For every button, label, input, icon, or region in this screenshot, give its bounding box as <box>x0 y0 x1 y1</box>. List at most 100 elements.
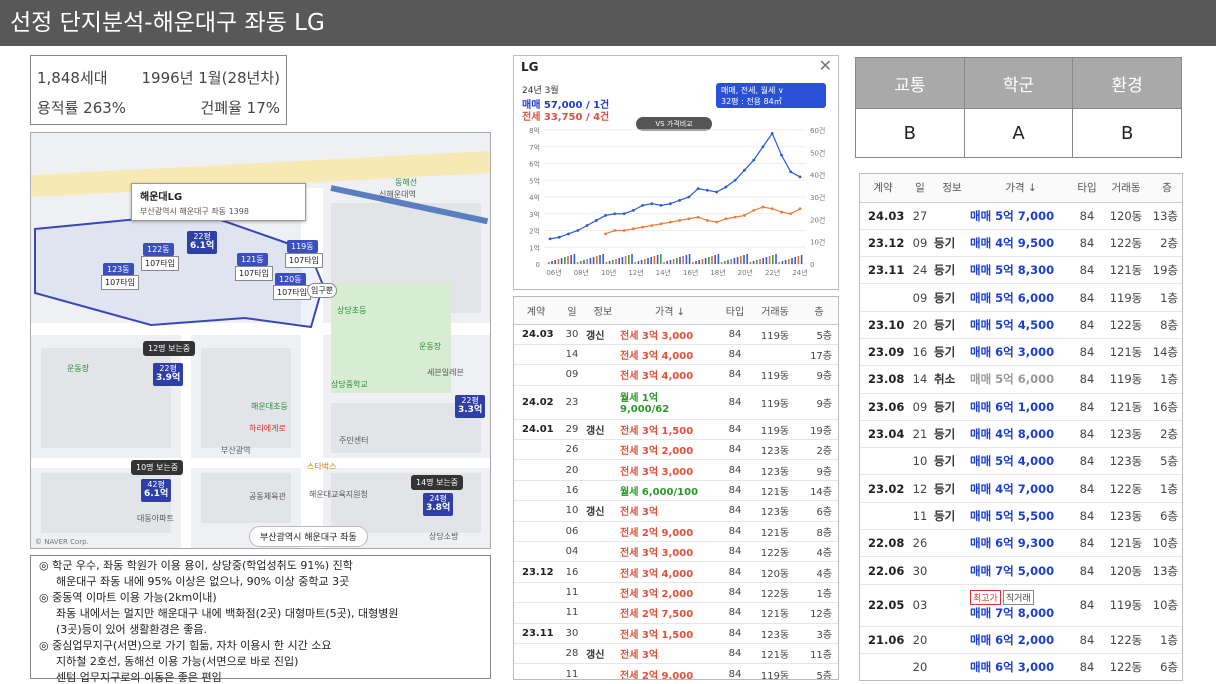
table-row[interactable]: 23.11 24 등기 매매 5억 8,300 84 121동 19층 <box>860 256 1182 285</box>
building-coverage-ratio: 건폐율 17% <box>200 98 280 117</box>
building-label[interactable]: 122동 <box>143 243 174 256</box>
cell-floor: 10층 <box>1150 584 1182 627</box>
data-point <box>687 217 691 221</box>
cell-info: 갱신 <box>586 324 620 345</box>
table-row[interactable]: 24.03 27 매매 5억 7,000 84 120동 13층 <box>860 202 1182 230</box>
x-tick-label: 18년 <box>710 268 725 277</box>
table-row[interactable]: 23.08 14 취소 매매 5억 6,000 84 119동 1층 <box>860 365 1182 394</box>
building-label[interactable]: 121동 <box>237 253 268 266</box>
cell-date <box>860 447 906 476</box>
volume-bar <box>567 256 569 264</box>
place-label: 스타벅스 <box>307 462 337 471</box>
households-count: 1,848세대 <box>37 68 108 87</box>
close-icon[interactable]: ✕ <box>819 56 832 75</box>
cell-info: 등기 <box>934 338 970 367</box>
table-row[interactable]: 04 전세 3억 3,000 84 122동 4층 <box>514 541 838 563</box>
cell-type: 84 <box>1072 229 1102 258</box>
price-pin[interactable]: 22평 3.9억 <box>153 363 184 386</box>
cell-floor: 1층 <box>1150 283 1182 312</box>
cell-date: 23.06 <box>860 393 906 421</box>
cell-info <box>934 626 970 654</box>
table-row[interactable]: 23.04 21 등기 매매 4억 8,000 84 123동 2층 <box>860 420 1182 449</box>
map-address-bar[interactable]: 부산광역시 해운대구 좌동 <box>249 526 368 547</box>
volume-bar <box>679 257 681 264</box>
cell-date: 24.03 <box>860 202 906 230</box>
cell-price: 매매 6억 9,300 <box>970 529 1072 558</box>
cell-price: 전세 3억 2,000 <box>620 582 720 604</box>
cell-price: 전세 3억 4,000 <box>620 364 720 386</box>
table-row[interactable]: 11 전세 2억 9,000 84 119동 5층 <box>514 663 838 679</box>
table-row[interactable]: 23.09 16 등기 매매 6억 3,000 84 121동 14층 <box>860 338 1182 367</box>
volume-bar <box>631 254 633 264</box>
data-point <box>733 215 737 219</box>
volume-bar <box>608 261 611 264</box>
table-row[interactable]: 10 갱신 전세 3억 84 123동 6층 <box>514 500 838 522</box>
place-label: 운동장 <box>67 364 90 373</box>
price-pin[interactable]: 22평 6.1억 <box>187 231 218 254</box>
table-row[interactable]: 11 전세 3억 2,000 84 122동 1층 <box>514 582 838 604</box>
cell-day: 21 <box>906 420 934 449</box>
complex-popup[interactable]: 해운대LG 부산광역시 해운대구 좌동 1398 <box>131 183 306 221</box>
data-point <box>780 153 783 157</box>
table-row[interactable]: 11 등기 매매 5억 5,500 84 123동 6층 <box>860 502 1182 531</box>
cell-day: 16 <box>906 338 934 367</box>
cell-info <box>586 541 620 563</box>
table-row[interactable]: 09 등기 매매 5억 6,000 84 119동 1층 <box>860 283 1182 312</box>
table-row[interactable]: 24.03 30 갱신 전세 3억 3,000 84 119동 5층 <box>514 324 838 345</box>
data-point <box>641 225 644 229</box>
volume-bar <box>692 262 694 264</box>
cell-type: 84 <box>1072 283 1102 312</box>
price-pin[interactable]: 22평 3.3억 <box>455 395 486 418</box>
data-point <box>715 190 719 194</box>
trade-type-filter[interactable]: 매매, 전세, 월세 ∨ 32평 : 전용 84㎡ <box>716 83 826 108</box>
table-row[interactable]: 11 전세 2억 7,500 84 121동 12층 <box>514 602 838 624</box>
cell-type: 84 <box>720 623 750 644</box>
cell-type: 84 <box>1072 556 1102 585</box>
cell-dong: 120동 <box>1102 202 1150 230</box>
cell-date: 23.11 <box>514 623 558 644</box>
table-row[interactable]: 22.05 03 최고가 직거래 매매 7억 8,000 84 119동 10층 <box>860 584 1182 627</box>
table-row[interactable]: 24.01 29 갱신 전세 3억 1,500 84 119동 19층 <box>514 419 838 441</box>
table-row[interactable]: 22.06 30 매매 7억 5,000 84 120동 13층 <box>860 556 1182 585</box>
table-row[interactable]: 22.08 26 매매 6억 9,300 84 121동 10층 <box>860 529 1182 558</box>
table-row[interactable]: 23.12 09 등기 매매 4억 9,500 84 122동 2층 <box>860 229 1182 258</box>
volume-bar <box>784 260 787 264</box>
table-row[interactable]: 20 매매 6억 3,000 84 122동 6층 <box>860 653 1182 680</box>
volume-bar <box>560 258 563 264</box>
cell-dong: 123동 <box>750 439 800 461</box>
cell-info <box>934 584 970 627</box>
cell-floor: 8층 <box>1150 311 1182 339</box>
complex-map[interactable]: 해운대LG 부산광역시 해운대구 좌동 1398 신해운대역 동해선 122동 … <box>30 132 491 549</box>
table-row[interactable]: 23.02 12 등기 매매 4억 7,000 84 122동 1층 <box>860 474 1182 503</box>
table-row[interactable]: 10 등기 매매 5억 4,000 84 123동 5층 <box>860 447 1182 476</box>
cell-type: 84 <box>1072 256 1102 285</box>
table-row[interactable]: 26 전세 3억 2,000 84 123동 2층 <box>514 439 838 461</box>
table-row[interactable]: 23.10 20 등기 매매 5억 4,500 84 122동 8층 <box>860 311 1182 339</box>
cell-type: 84 <box>1072 502 1102 531</box>
table-row[interactable]: 24.02 23 월세 1억 9,000/62 84 119동 9층 <box>514 385 838 420</box>
cell-floor: 4층 <box>800 541 838 563</box>
chart-period: 24년 3월 <box>522 86 559 96</box>
building-label[interactable]: 119동 <box>287 240 318 253</box>
price-pin[interactable]: 24평 3.8억 <box>423 493 454 516</box>
table-row[interactable]: 28 갱신 전세 3억 84 121동 11층 <box>514 643 838 665</box>
cell-floor: 11층 <box>800 643 838 665</box>
price-line: 월세 1억 <box>620 393 659 405</box>
table-row[interactable]: 23.12 16 전세 3억 4,000 84 120동 4층 <box>514 561 838 583</box>
table-row[interactable]: 20 전세 3억 3,000 84 123동 9층 <box>514 459 838 481</box>
cell-info <box>586 459 620 481</box>
table-row[interactable]: 16 월세 6,000/100 84 121동 14층 <box>514 480 838 502</box>
table-row[interactable]: 21.06 20 매매 6억 2,000 84 122동 1층 <box>860 626 1182 654</box>
table-row[interactable]: 14 전세 3억 4,000 84 17층 <box>514 344 838 366</box>
cell-day: 06 <box>558 521 586 543</box>
cell-floor: 16층 <box>1150 393 1182 421</box>
cell-dong: 119동 <box>1102 365 1150 394</box>
table-row[interactable]: 06 전세 2억 9,000 84 121동 8층 <box>514 521 838 543</box>
price-pin[interactable]: 42평 6.1억 <box>141 479 172 502</box>
table-row[interactable]: 23.11 30 전세 3억 1,500 84 123동 3층 <box>514 623 838 644</box>
table-row[interactable]: 09 전세 3억 4,000 84 119동 9층 <box>514 364 838 386</box>
table-row[interactable]: 23.06 09 등기 매매 6억 1,000 84 121동 16층 <box>860 393 1182 421</box>
volume-bar <box>669 260 672 264</box>
cell-price: 월세 6,000/100 <box>620 480 720 502</box>
cell-dong: 119동 <box>750 385 800 420</box>
